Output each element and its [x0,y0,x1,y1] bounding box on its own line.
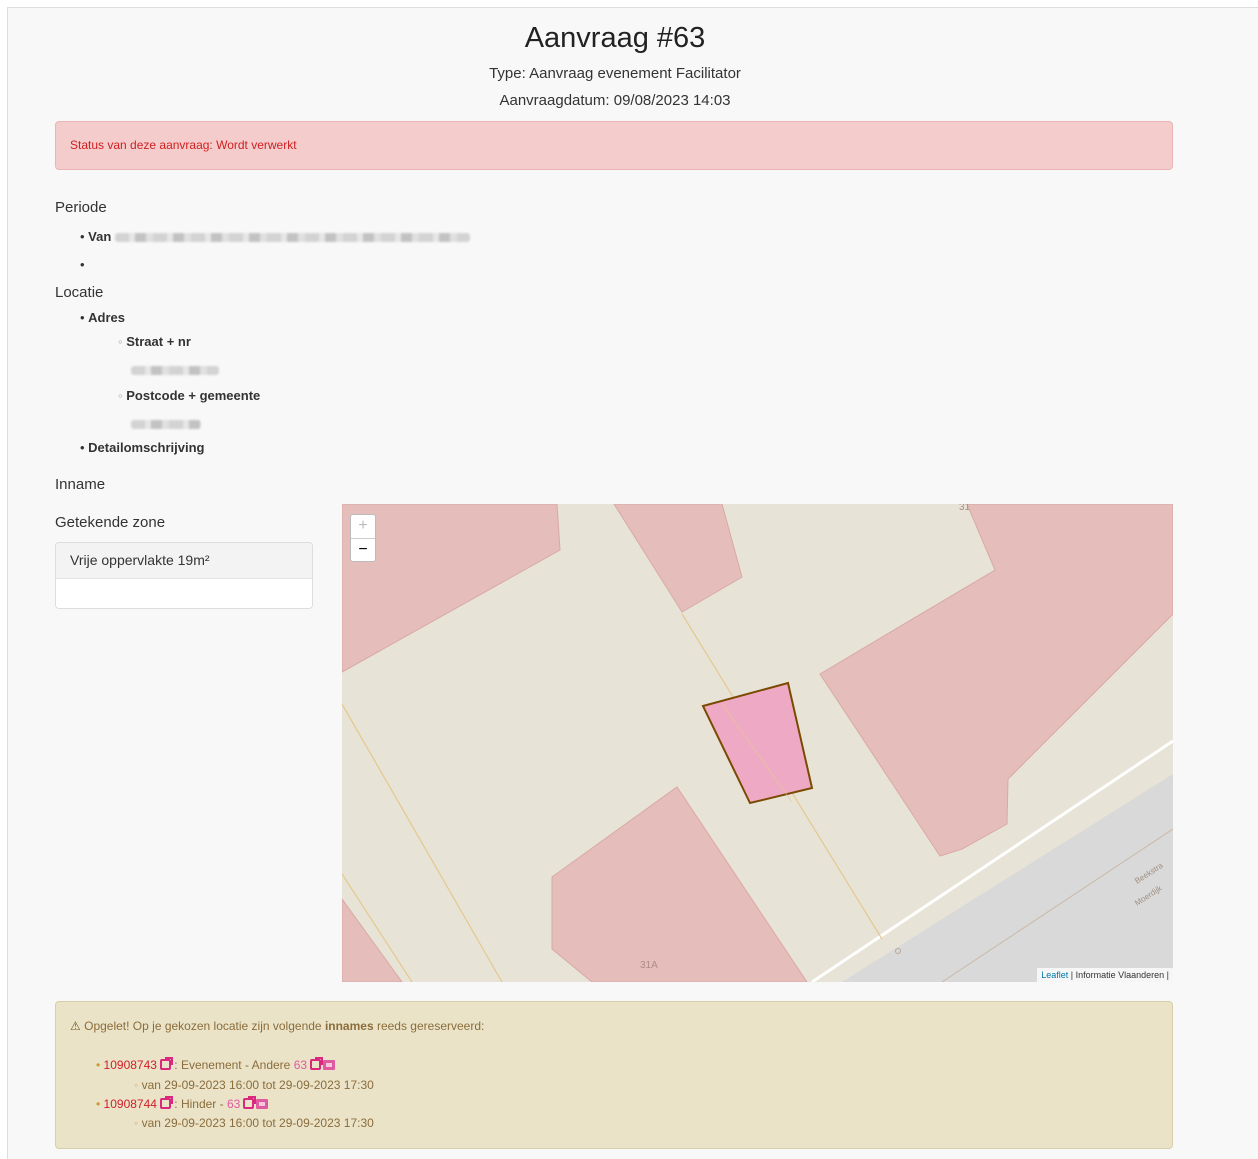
periode-heading: Periode [55,199,107,216]
list-subitem: ◦ van 29-09-2023 16:00 tot 29-09-2023 17… [134,1078,374,1092]
building [613,504,743,613]
detail-item: • Detailomschrijving [80,440,205,455]
straat-item: ◦ Straat + nr [118,334,191,349]
inname-desc: : Evenement - Andere [170,1058,294,1072]
locatie-heading: Locatie [55,284,104,301]
postcode-value [131,416,201,431]
request-link[interactable]: 63 [294,1058,307,1072]
zone-card[interactable]: Vrije oppervlakte 19m² [55,542,313,609]
status-text: Status van deze aanvraag: Wordt verwerkt [70,138,297,152]
list-item: • 10908743 : Evenement - Andere 63 [96,1057,336,1072]
periode-van-item: • Van [80,229,470,244]
redacted-period [114,233,470,243]
postcode-item: ◦ Postcode + gemeente [118,388,261,403]
van-label: Van [88,229,112,244]
warning-alert: ⚠ Opgelet! Op je gekozen locatie zijn vo… [55,1001,1173,1149]
inname-heading: Inname [55,476,106,493]
request-date: Aanvraagdatum: 09/08/2023 14:03 [499,92,731,109]
request-link[interactable]: 63 [227,1097,240,1111]
message-icon[interactable] [256,1099,269,1109]
inname-link[interactable]: 10908744 [104,1097,157,1111]
zoom-out-button[interactable]: − [351,539,375,562]
inname-period: van 29-09-2023 16:00 tot 29-09-2023 17:3… [141,1116,374,1130]
list-item: • 10908744 : Hinder - 63 [96,1096,269,1111]
zone-heading: Getekende zone [55,514,166,531]
postcode-label: Postcode + gemeente [126,388,261,403]
map-attribution: Leaflet | Informatie Vlaanderen | [1037,968,1173,982]
map-label-31: 31 [959,504,971,513]
inname-link[interactable]: 10908743 [104,1058,157,1072]
building [551,786,808,982]
warning-prefix: Opgelet! Op je gekozen locatie zijn volg… [84,1019,325,1033]
adres-item: • Adres [80,310,126,325]
request-type: Type: Aanvraag evenement Facilitator [489,65,741,82]
warning-bold: innames [324,1019,374,1033]
straat-label: Straat + nr [126,334,191,349]
map-label-31a: 31A [640,960,658,971]
building [342,898,403,982]
message-icon[interactable] [323,1060,336,1070]
drawn-zone[interactable] [701,681,814,805]
external-link-icon[interactable] [310,1057,324,1070]
external-link-icon[interactable] [159,1096,173,1109]
warning-text: ⚠ Opgelet! Op je gekozen locatie zijn vo… [70,1019,484,1033]
list-subitem: ◦ van 29-09-2023 16:00 tot 29-09-2023 17… [134,1116,374,1130]
adres-label: Adres [88,310,126,325]
inname-period: van 29-09-2023 16:00 tot 29-09-2023 17:3… [141,1078,374,1092]
page-title: Aanvraag #63 [524,22,706,54]
detail-label: Detailomschrijving [88,440,205,455]
map-canvas[interactable]: 31 31A Beekstra Moerdijk [342,504,1173,982]
straat-value [131,362,219,377]
empty-bullet: • [80,257,85,272]
status-alert: Status van deze aanvraag: Wordt verwerkt [55,121,1173,170]
zoom-in-button[interactable]: + [351,515,375,539]
inname-desc: : Hinder - [170,1097,227,1111]
leaflet-link[interactable]: Leaflet [1041,970,1068,980]
warning-suffix: reeds gereserveerd: [373,1019,485,1033]
zone-card-title: Vrije oppervlakte 19m² [56,543,312,579]
warning-icon: ⚠ [70,1019,81,1033]
building [819,504,1173,857]
external-link-icon[interactable] [243,1096,257,1109]
map[interactable]: 31 31A Beekstra Moerdijk + − Leaflet | I… [342,504,1173,982]
external-link-icon[interactable] [159,1057,173,1070]
zoom-control: + − [350,514,376,562]
attribution-text: | Informatie Vlaanderen | [1068,970,1169,980]
